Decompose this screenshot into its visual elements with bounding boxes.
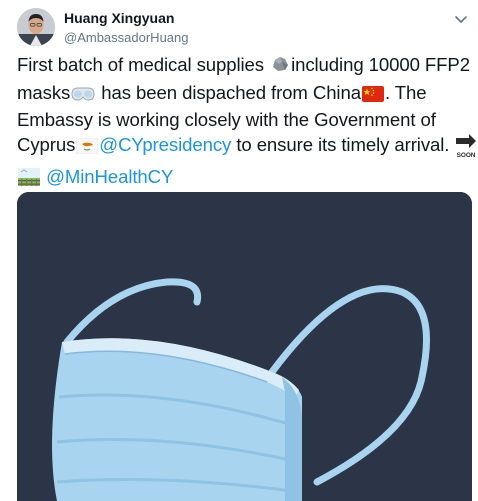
text-segment: First batch of medical supplies [17,54,270,75]
railway-track-icon [18,168,40,193]
tweet-text-line: First batch of medical supplies includin… [17,53,472,81]
china-flag-icon [361,84,384,109]
tweet-card: Huang Xingyuan @AmbassadorHuang First ba… [0,0,478,501]
tweet-text-line: masks has been dispached from China . The [17,81,472,109]
tweet-text-line: Embassy is working closely with the Gove… [17,108,472,133]
rock-icon [270,54,290,81]
face-mask-icon [17,192,472,501]
author-handle[interactable]: @AmbassadorHuang [64,29,188,46]
mention-minhealthcy[interactable]: @MinHealthCY [46,166,173,187]
tweet-text-line: @MinHealthCY [17,165,472,193]
soon-label: SOON [457,152,476,159]
goggles-icon [71,84,95,109]
text-segment: has been dispached from China [96,81,361,103]
cyprus-flag-icon [75,136,99,161]
text-segment: Embassy is working closely with the Gove… [17,109,436,130]
tweet-media-image[interactable] [17,192,472,501]
author-display-name[interactable]: Huang Xingyuan [64,10,188,27]
mention-cypresidency[interactable]: @CYpresidency [99,134,231,155]
text-segment: to ensure its timely arrival. [231,133,450,155]
soon-arrow-icon: SOON [455,133,477,166]
tweet-author[interactable]: Huang Xingyuan @AmbassadorHuang [64,10,188,46]
text-segment: masks [17,81,71,103]
text-segment: including 10000 FFP2 [291,54,470,75]
chevron-down-icon[interactable] [454,12,468,23]
tweet-text-line: Cyprus @CYpresidency to ensure its timely… [17,133,477,166]
avatar[interactable] [17,8,55,46]
text-segment: Cyprus [17,133,76,155]
tweet-text: First batch of medical supplies includin… [17,53,477,193]
text-segment: . The [384,81,427,103]
